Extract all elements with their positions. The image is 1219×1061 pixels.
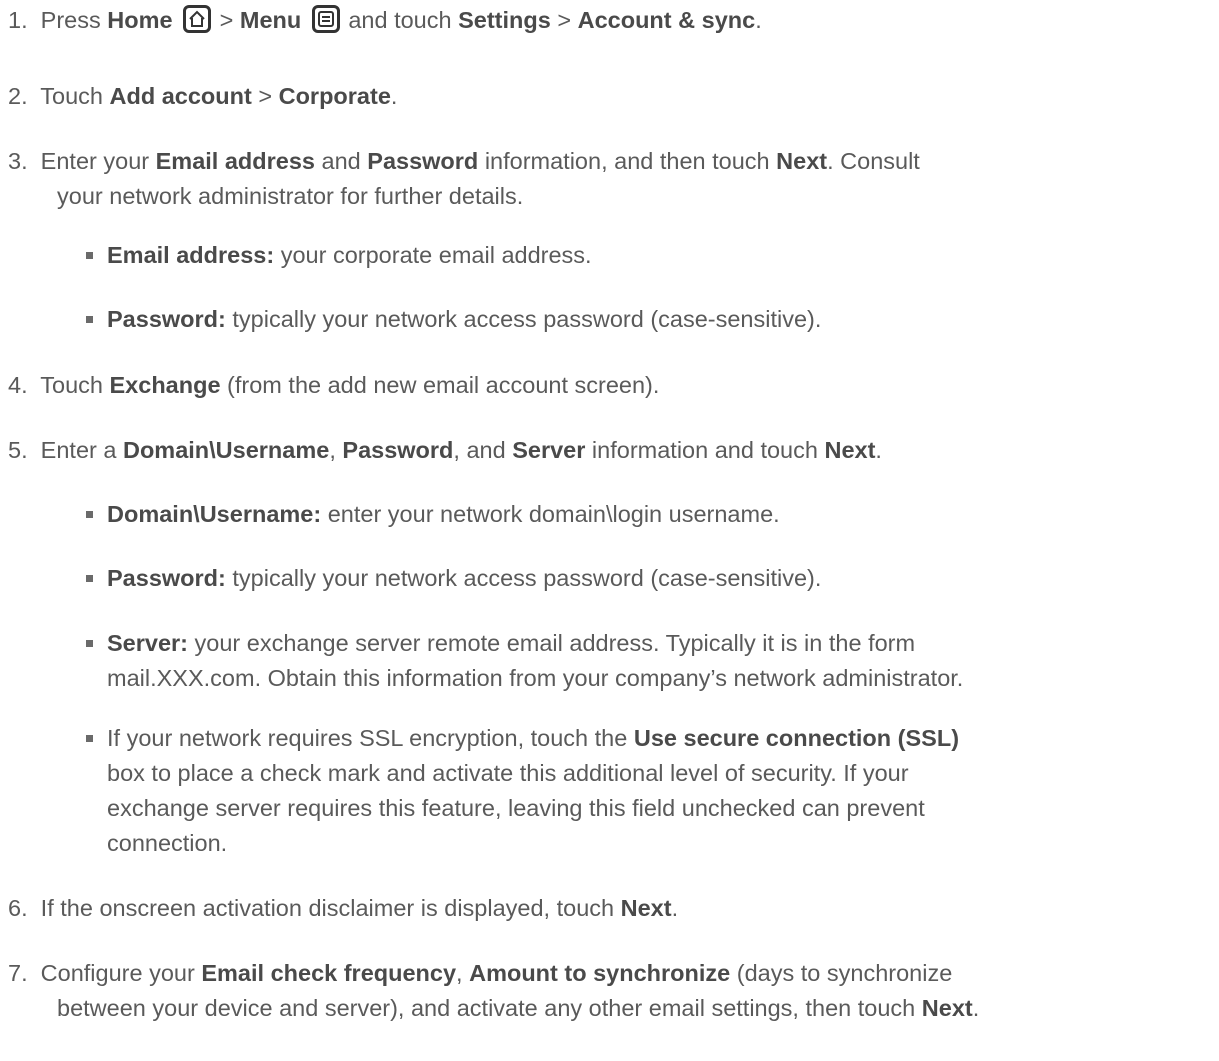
bullet-password-2: Password: typically your network access …	[107, 563, 821, 593]
bold-term: Next	[620, 895, 672, 921]
bullet-marker	[86, 735, 93, 742]
step-text: .	[671, 895, 679, 921]
step-3: 3. Enter your Email address and Password…	[8, 146, 920, 176]
step-5: 5. Enter a Domain\Username, Password, an…	[8, 435, 882, 465]
bold-term: Domain\Username:	[107, 501, 322, 527]
bullet-ssl-line-4: connection.	[107, 830, 228, 856]
step-text: . Consult	[827, 148, 920, 174]
bold-term: Amount to synchronize	[469, 960, 731, 986]
bullet-text: If your network requires SSL encryption,…	[107, 725, 634, 751]
bold-term: Next	[776, 148, 828, 174]
step-text: (from the add new email account screen).	[220, 372, 660, 398]
step-1: 1. Press Home > Menu and touch Settings …	[8, 4, 762, 35]
bullet-text: your exchange server remote email addres…	[188, 630, 916, 656]
bold-term: Email check frequency	[201, 960, 457, 986]
step-2: 2. Touch Add account > Corporate.	[8, 81, 397, 111]
step-text: Press	[40, 7, 108, 33]
step-6: 6. If the onscreen activation disclaimer…	[8, 893, 678, 923]
step-text: Touch	[40, 372, 110, 398]
step-text: Touch	[40, 83, 110, 109]
step-text: Enter your	[40, 148, 156, 174]
bold-term: Password:	[107, 565, 226, 591]
bullet-text: typically your network access password (…	[225, 306, 822, 332]
bullet-text: your corporate email address.	[274, 242, 592, 268]
bullet-marker	[86, 575, 93, 582]
step-text: and touch	[348, 7, 459, 33]
bold-term: Settings	[458, 7, 551, 33]
step-number: 2.	[8, 83, 28, 109]
bold-term: Corporate	[278, 83, 391, 109]
step-text: >	[219, 7, 240, 33]
bold-term: Password	[342, 437, 454, 463]
step-number: 4.	[8, 372, 28, 398]
bullet-marker	[86, 252, 93, 259]
step-text: and	[314, 148, 368, 174]
step-number: 1.	[8, 7, 28, 33]
bullet-server: Server: your exchange server remote emai…	[107, 628, 915, 658]
step-text: information, and then touch	[478, 148, 777, 174]
bullet-marker	[86, 316, 93, 323]
step-text: ,	[456, 960, 470, 986]
bold-term: Email address:	[107, 242, 275, 268]
bold-term: Account & sync	[577, 7, 756, 33]
bold-term: Password	[367, 148, 479, 174]
bold-term: Domain\Username	[122, 437, 330, 463]
bullet-ssl-line-2: box to place a check mark and activate t…	[107, 760, 909, 786]
step-text: If the onscreen activation disclaimer is…	[40, 895, 621, 921]
step-7-continued: between your device and server), and act…	[57, 993, 979, 1023]
bold-term: Email address	[155, 148, 315, 174]
step-text: >	[251, 83, 279, 109]
bullet-email-address: Email address: your corporate email addr…	[107, 240, 592, 270]
bullet-marker	[86, 511, 93, 518]
step-number: 7.	[8, 960, 28, 986]
bullet-marker	[86, 640, 93, 647]
step-number: 6.	[8, 895, 28, 921]
step-text: between your device and server), and act…	[57, 995, 922, 1021]
bold-term: Password:	[107, 306, 226, 332]
bold-term: Next	[921, 995, 973, 1021]
home-icon	[183, 4, 212, 33]
bold-term: Server	[512, 437, 586, 463]
step-number: 5.	[8, 437, 28, 463]
bullet-password: Password: typically your network access …	[107, 304, 821, 334]
bold-term: Menu	[239, 7, 302, 33]
bold-term: Server:	[107, 630, 188, 656]
bold-term: Next	[824, 437, 876, 463]
bold-term: Home	[107, 7, 173, 33]
bold-term: Add account	[109, 83, 252, 109]
step-7: 7. Configure your Email check frequency,…	[8, 958, 952, 988]
step-text: Configure your	[40, 960, 202, 986]
step-number: 3.	[8, 148, 28, 174]
step-text: .	[875, 437, 882, 463]
bullet-ssl-line-3: exchange server requires this feature, l…	[107, 795, 925, 821]
bold-term: Exchange	[109, 372, 221, 398]
step-text: (days to synchronize	[730, 960, 953, 986]
bold-term: Use secure connection (SSL)	[633, 725, 960, 751]
bullet-text: typically your network access password (…	[225, 565, 822, 591]
step-text: .	[390, 83, 398, 109]
step-text: .	[755, 7, 762, 33]
menu-icon	[311, 4, 340, 33]
bullet-ssl: If your network requires SSL encryption,…	[107, 723, 959, 753]
step-text: >	[550, 7, 578, 33]
step-text: ,	[329, 437, 343, 463]
document-page: 1. Press Home > Menu and touch Settings …	[0, 0, 1219, 1061]
bullet-text: enter your network domain\login username…	[321, 501, 780, 527]
step-text: Enter a	[40, 437, 123, 463]
step-3-continued: your network administrator for further d…	[57, 183, 524, 209]
bullet-domain-username: Domain\Username: enter your network doma…	[107, 499, 780, 529]
step-text: information and touch	[585, 437, 825, 463]
step-4: 4. Touch Exchange (from the add new emai…	[8, 370, 659, 400]
step-text: .	[972, 995, 980, 1021]
bullet-server-continued: mail.XXX.com. Obtain this information fr…	[107, 665, 964, 691]
step-text: , and	[453, 437, 513, 463]
